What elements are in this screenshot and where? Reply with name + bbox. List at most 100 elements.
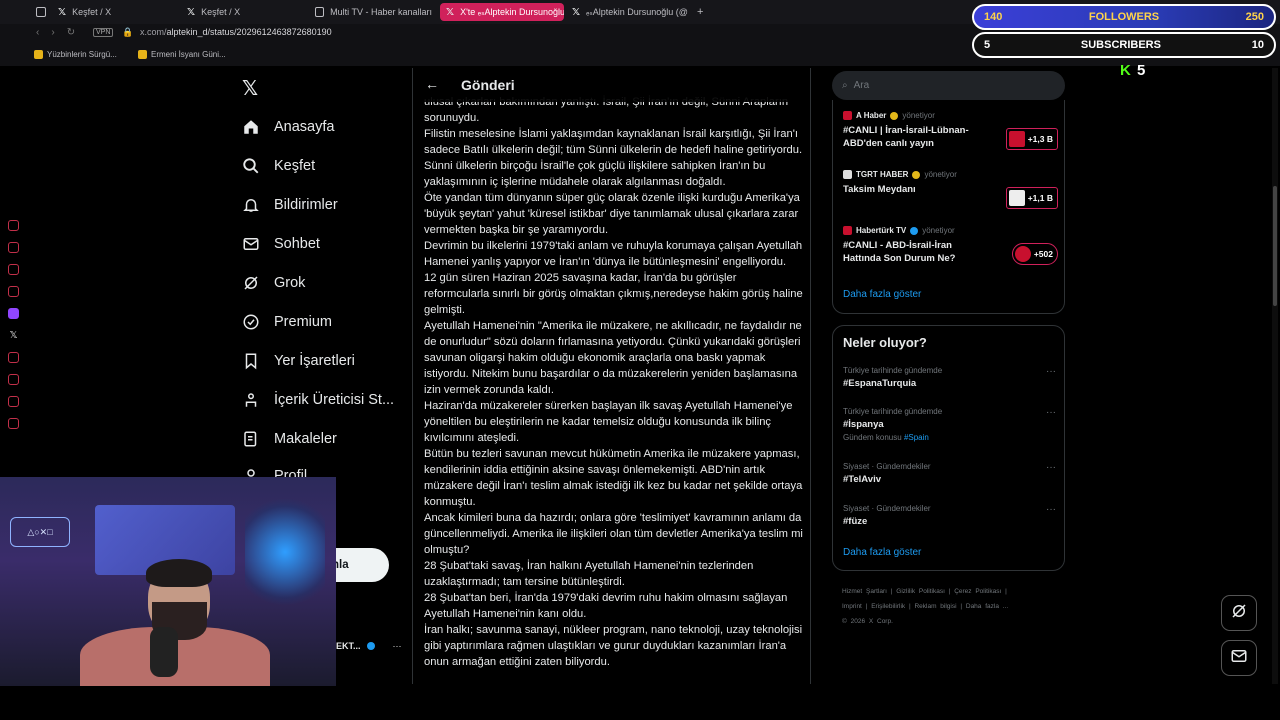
trend-item[interactable]: Siyaset · Gündemdekiler #TelAviv ··· bbox=[843, 462, 1056, 485]
bookmark-item[interactable]: Ermeni İsyanı Güni... bbox=[138, 50, 226, 59]
paragraph: Bütün bu tezleri savunan mevcut hükümeti… bbox=[424, 448, 803, 508]
scrollbar-thumb[interactable] bbox=[1273, 186, 1277, 306]
nav-grok[interactable]: Grok bbox=[242, 274, 305, 292]
account-switcher[interactable]: EKT... ··· bbox=[336, 641, 402, 651]
mail-icon bbox=[242, 235, 260, 253]
vpn-badge[interactable]: VPN bbox=[93, 28, 114, 37]
paragraph: Ayetullah Hamenei'nin "Amerika ile müzak… bbox=[424, 320, 802, 396]
trend-item[interactable]: Türkiye tarihinde gündemde #İspanya Günd… bbox=[843, 407, 1056, 442]
nav-explore[interactable]: Keşfet bbox=[242, 157, 315, 175]
footer-link[interactable]: Imprint bbox=[842, 603, 862, 610]
verified-gold-icon bbox=[890, 111, 899, 120]
person-star-icon bbox=[242, 391, 260, 409]
nav-articles[interactable]: Makaleler bbox=[242, 430, 337, 448]
followers-label: FOLLOWERS bbox=[1088, 11, 1160, 23]
nav-premium[interactable]: Premium bbox=[242, 313, 332, 331]
show-more-link[interactable]: Daha fazla göster bbox=[843, 547, 921, 558]
nav-bookmarks[interactable]: Yer İşaretleri bbox=[242, 352, 355, 370]
trend-item[interactable]: Türkiye tarihinde gündemde #EspanaTurqui… bbox=[843, 366, 1056, 389]
more-options-icon[interactable]: ··· bbox=[1046, 462, 1056, 473]
paragraph: Ancak kimileri buna da hazırdı; onlara g… bbox=[424, 512, 803, 556]
rail-icon[interactable] bbox=[8, 352, 19, 363]
more-options-icon[interactable]: ··· bbox=[1046, 366, 1056, 377]
folder-icon bbox=[138, 50, 147, 59]
subscribers-goal-bar: 5 SUBSCRIBERS 10 bbox=[972, 32, 1276, 58]
rail-icon[interactable] bbox=[8, 286, 19, 297]
tab-settings[interactable] bbox=[36, 3, 46, 21]
mail-icon bbox=[1230, 647, 1248, 670]
copyright: © 2026 X Corp. bbox=[842, 618, 893, 625]
paragraph: İran halkı; savunma sanayi, nükleer prog… bbox=[424, 624, 803, 668]
browser-tab[interactable]: Multi TV - Haber kanalları bbox=[315, 3, 432, 21]
streamer-hair bbox=[146, 559, 212, 587]
search-icon bbox=[242, 157, 260, 175]
more-options-icon[interactable]: ··· bbox=[1046, 407, 1056, 418]
scrollbar[interactable] bbox=[1272, 68, 1278, 684]
browser-sidebar: 𝕏 bbox=[8, 220, 19, 429]
rail-icon[interactable] bbox=[8, 220, 19, 231]
rail-icon[interactable] bbox=[8, 396, 19, 407]
browser-tab[interactable]: 𝕏 Keşfet / X bbox=[58, 3, 176, 21]
trends-card: Neler oluyor? Türkiye tarihinde gündemde… bbox=[832, 325, 1065, 571]
folder-icon bbox=[34, 50, 43, 59]
url-field[interactable]: x.com/alptekin_d/status/2029612463872680… bbox=[140, 27, 332, 37]
back-arrow-icon[interactable]: ‹ bbox=[36, 27, 39, 38]
live-item[interactable]: A Haber yönetiyor #CANLI | İran-İsrail-Lü… bbox=[843, 111, 1058, 150]
nav-messages[interactable]: Sohbet bbox=[242, 235, 320, 253]
show-more-link[interactable]: Daha fazla göster bbox=[843, 289, 921, 300]
nav-creator-studio[interactable]: İçerik Üreticisi St... bbox=[242, 391, 394, 409]
back-arrow-icon[interactable]: ← bbox=[425, 76, 439, 92]
kick-viewer-count: K 5 bbox=[1120, 62, 1147, 79]
x-icon: 𝕏 bbox=[187, 6, 196, 18]
settings-icon[interactable] bbox=[8, 418, 19, 429]
nav-notifications[interactable]: Bildirimler bbox=[242, 196, 338, 214]
twitch-icon[interactable] bbox=[8, 308, 19, 319]
page-title: Gönderi bbox=[461, 77, 515, 93]
followers-current: 140 bbox=[984, 11, 1003, 23]
rail-icon[interactable] bbox=[8, 242, 19, 253]
live-item[interactable]: TGRT HABER yönetiyor Taksim Meydanı +1,1 … bbox=[843, 170, 1058, 209]
footer-link[interactable]: Daha fazla ... bbox=[966, 603, 1008, 610]
post-column[interactable]: ulusal çıkarları bakımından yanlıştı. İs… bbox=[412, 68, 811, 684]
more-options-icon[interactable]: ··· bbox=[393, 641, 402, 651]
rail-icon[interactable] bbox=[8, 264, 19, 275]
reload-icon[interactable]: ↻ bbox=[67, 27, 75, 38]
new-tab-button[interactable]: + bbox=[697, 3, 703, 21]
listener-count-badge: +1,1 B bbox=[1005, 187, 1058, 209]
more-options-icon[interactable]: ··· bbox=[1046, 504, 1056, 515]
footer-link[interactable]: Gizlilik Politikası bbox=[896, 588, 945, 595]
forward-arrow-icon[interactable]: › bbox=[51, 27, 54, 38]
paragraph: 28 Şubat'taki savaş, İran halkını Ayetul… bbox=[424, 560, 754, 588]
subscribers-goal: 10 bbox=[1251, 39, 1264, 51]
trends-title: Neler oluyor? bbox=[843, 335, 927, 350]
messages-button[interactable] bbox=[1221, 640, 1257, 676]
footer-links: Hizmet Şartları | Gizlilik Politikası | … bbox=[842, 588, 1009, 625]
verified-gold-icon bbox=[912, 170, 921, 179]
footer-link[interactable]: Erişilebilirlik bbox=[871, 603, 905, 610]
rail-icon[interactable] bbox=[8, 374, 19, 385]
subscribers-current: 5 bbox=[984, 39, 991, 51]
browser-tab[interactable]: 𝕏ₑₛAlptekin Dursunoğlu (@a bbox=[572, 3, 688, 21]
x-logo-icon[interactable]: 𝕏 bbox=[242, 76, 258, 101]
live-item[interactable]: Habertürk TV yönetiyor #CANLI - ABD-İsrai… bbox=[843, 226, 1058, 265]
nav-home[interactable]: Anasayfa bbox=[242, 118, 334, 136]
search-icon: ⌕ bbox=[842, 80, 848, 91]
x-icon[interactable]: 𝕏 bbox=[8, 330, 19, 341]
footer-link[interactable]: Reklam bilgisi bbox=[914, 603, 956, 610]
listener-count-badge: +1,3 B bbox=[1005, 128, 1058, 150]
grok-button[interactable] bbox=[1221, 595, 1257, 631]
live-broadcasts-card: A Haber yönetiyor #CANLI | İran-İsrail-Lü… bbox=[832, 100, 1065, 314]
subscribers-label: SUBSCRIBERS bbox=[1080, 39, 1161, 51]
x-icon: 𝕏 bbox=[572, 6, 581, 18]
trend-item[interactable]: Siyaset · Gündemdekiler #füze ··· bbox=[843, 504, 1056, 527]
channel-thumbnail-icon bbox=[1008, 131, 1025, 147]
bookmark-item[interactable]: Yüzbinlerin Sürgü... bbox=[34, 50, 117, 59]
bookmark-icon bbox=[242, 352, 260, 370]
browser-tab-active[interactable]: 𝕏 X'te ₑₛAlptekin Dursunoğlu bbox=[440, 3, 564, 21]
browser-tab[interactable]: 𝕏 Keşfet / X bbox=[187, 3, 305, 21]
search-input[interactable]: ⌕ Ara bbox=[832, 71, 1065, 100]
webcam-overlay: △○✕□ bbox=[0, 477, 336, 686]
related-hashtag-link[interactable]: #Spain bbox=[904, 433, 929, 442]
footer-link[interactable]: Hizmet Şartları bbox=[842, 588, 887, 595]
footer-link[interactable]: Çerez Politikası bbox=[954, 588, 1001, 595]
